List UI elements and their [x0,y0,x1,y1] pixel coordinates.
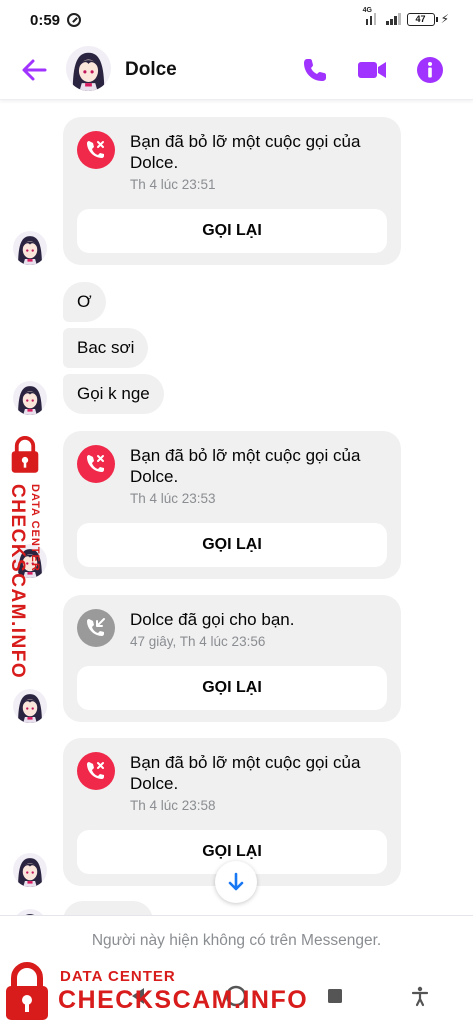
arrow-left-icon[interactable] [20,56,48,84]
phone-icon[interactable] [301,56,329,84]
watermark-subtext: DATA CENTER [29,484,41,572]
call-title: Bạn đã bỏ lỡ một cuộc gọi của Dolce. [130,446,361,486]
call-time: Th 4 lúc 23:51 [130,177,216,192]
incoming-call-card: Dolce đã gọi cho bạn. 47 giây, Th 4 lúc … [63,595,401,722]
nav-recents-icon[interactable] [323,984,347,1008]
watermark-text: CHECKSCAM.INFO [7,484,28,680]
call-title: Bạn đã bỏ lỡ một cuộc gọi của Dolce. [130,132,361,172]
status-time: 0:59 [30,12,61,29]
charging-icon: ⚡ [440,12,449,26]
message-list[interactable]: Bạn đã bỏ lỡ một cuộc gọi của Dolce. Th … [0,101,473,915]
message-bubble[interactable]: Gọi k nge [63,374,164,414]
message-bubble[interactable]: Ơ [63,282,106,322]
footer-divider [0,915,473,916]
missed-call-icon [77,131,115,169]
watermark-text: CHECKSCAM.INFO [58,986,309,1014]
missed-call-card: Bạn đã bỏ lỡ một cuộc gọi của Dolce. Th … [63,431,401,579]
avatar[interactable] [13,381,47,415]
call-time: Th 4 lúc 23:58 [130,798,216,813]
missed-call-card: Bạn đã bỏ lỡ một cuộc gọi của Dolce. Th … [63,117,401,265]
network-type: 4G [362,7,372,14]
status-indicators: 4G 47 ⚡ [363,7,449,26]
battery-icon: 47 [406,12,438,26]
avatar[interactable] [13,231,47,265]
lock-icon [4,962,50,1022]
call-back-button[interactable]: GỌI LẠI [77,523,387,567]
video-camera-icon[interactable] [357,56,387,84]
avatar[interactable] [66,46,111,91]
status-bar: 0:59 4G 47 ⚡ [0,0,473,40]
missed-call-icon [77,752,115,790]
missed-call-icon [77,445,115,483]
signal-icon: 4G [363,7,381,25]
unavailable-notice: Người này hiện không có trên Messenger. [91,932,382,949]
contact-name[interactable]: Dolce [125,59,177,81]
watermark-subtext: DATA CENTER [60,968,176,985]
watermark-side: CHECKSCAM.INFO DATA CENTER [2,436,50,679]
signal-icon-2 [386,13,401,25]
lock-icon [2,436,48,474]
info-icon[interactable] [416,56,444,84]
call-back-button[interactable]: GỌI LẠI [77,666,387,710]
chat-header: Dolce [0,40,473,100]
avatar[interactable] [13,689,47,723]
message-bubble[interactable]: Bac sơi [63,328,149,368]
message-bubble[interactable] [63,901,153,915]
call-back-button[interactable]: GỌI LẠI [77,209,387,253]
do-not-disturb-icon [67,13,81,27]
call-time: Th 4 lúc 23:53 [130,491,216,506]
call-time: 47 giây, Th 4 lúc 23:56 [130,634,266,649]
accessibility-icon[interactable] [408,984,432,1008]
watermark-bottom: DATA CENTER CHECKSCAM.INFO [4,962,307,1022]
scroll-to-bottom-button[interactable] [215,861,257,903]
incoming-call-icon [77,609,115,647]
avatar[interactable] [13,853,47,887]
arrow-down-icon [228,872,244,891]
call-title: Bạn đã bỏ lỡ một cuộc gọi của Dolce. [130,753,361,793]
call-title: Dolce đã gọi cho bạn. [130,610,295,629]
